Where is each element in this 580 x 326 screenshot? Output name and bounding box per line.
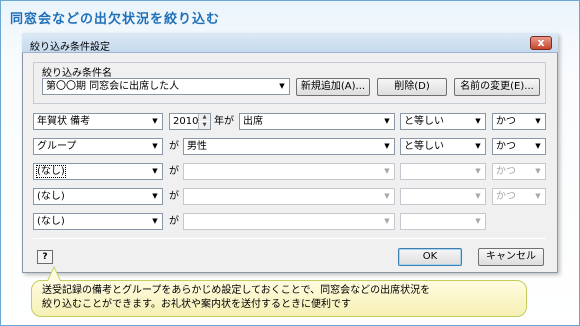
value-select-2[interactable]: 男性 ▼ — [183, 138, 395, 155]
field-select-4[interactable]: (なし) ▼ — [33, 188, 163, 205]
field-select-2-value: グループ — [37, 141, 77, 152]
dialog-separator — [33, 238, 546, 239]
chevron-down-icon: ▼ — [152, 117, 158, 125]
logic-select-2[interactable]: かつ ▼ — [492, 138, 546, 155]
operator-select-3[interactable]: ▼ — [400, 163, 486, 180]
field-select-2[interactable]: グループ ▼ — [33, 138, 163, 155]
chevron-down-icon: ▼ — [535, 117, 541, 125]
chevron-down-icon: ▼ — [384, 117, 390, 125]
logic-select-1-value: かつ — [496, 116, 516, 127]
chevron-down-icon: ▼ — [384, 192, 390, 200]
value-select-4[interactable]: ▼ — [183, 188, 395, 205]
connector-label-4: が — [169, 191, 179, 202]
value-select-2-value: 男性 — [187, 141, 207, 152]
callout-line-2: 絞り込むことができます。お礼状や案内状を送付するときに便利です — [42, 299, 351, 310]
chevron-down-icon: ▼ — [535, 142, 541, 150]
field-select-4-value: (なし) — [37, 191, 65, 202]
chevron-down-icon: ▼ — [152, 192, 158, 200]
chevron-down-icon: ▼ — [535, 192, 541, 200]
year-value: 2010 — [173, 116, 199, 127]
operator-select-1[interactable]: と等しい ▼ — [400, 113, 486, 130]
logic-select-3-value: かつ — [496, 166, 516, 177]
chevron-down-icon: ▼ — [384, 142, 390, 150]
callout-pointer-inner — [48, 268, 60, 281]
operator-select-2[interactable]: と等しい ▼ — [400, 138, 486, 155]
value-select-3[interactable]: ▼ — [183, 163, 395, 180]
dialog-title: 絞り込み条件設定 — [30, 42, 110, 53]
connector-label-2: が — [169, 141, 179, 152]
chevron-down-icon: ▼ — [384, 217, 390, 225]
value-select-1[interactable]: 出席 ▼ — [239, 113, 395, 130]
rename-button[interactable]: 名前の変更(E)... — [454, 78, 540, 96]
chevron-down-icon: ▼ — [475, 117, 481, 125]
field-select-3[interactable]: (なし) ▼ — [33, 163, 163, 180]
field-select-3-value: (なし) — [36, 165, 66, 178]
chevron-down-icon: ▼ — [475, 167, 481, 175]
close-button[interactable]: x — [530, 36, 552, 50]
delete-button[interactable]: 削除(D) — [377, 78, 447, 96]
operator-select-2-value: と等しい — [404, 141, 444, 152]
chevron-down-icon: ▼ — [535, 167, 541, 175]
value-select-5[interactable]: ▼ — [183, 213, 395, 230]
cancel-button[interactable]: キャンセル — [478, 248, 544, 266]
operator-select-5[interactable]: ▼ — [400, 213, 486, 230]
logic-select-4-value: かつ — [496, 191, 516, 202]
chevron-down-icon: ▼ — [384, 167, 390, 175]
chevron-down-icon: ▼ — [152, 167, 158, 175]
callout-text: 送受記録の備考とグループをあらかじめ設定しておくことで、同窓会などの出席状況を … — [42, 284, 522, 312]
help-icon: ? — [42, 252, 48, 262]
field-select-1-value: 年賀状 備考 — [37, 116, 91, 127]
logic-select-2-value: かつ — [496, 141, 516, 152]
connector-label-5: が — [169, 216, 179, 227]
chevron-down-icon: ▼ — [279, 82, 285, 90]
field-select-1[interactable]: 年賀状 備考 ▼ — [33, 113, 163, 130]
operator-select-1-value: と等しい — [404, 116, 444, 127]
chevron-down-icon: ▼ — [152, 217, 158, 225]
spin-up-icon[interactable]: ▲ — [198, 114, 210, 121]
field-select-5-value: (なし) — [37, 216, 65, 227]
chevron-down-icon: ▼ — [475, 217, 481, 225]
page-heading: 同窓会などの出欠状況を絞り込む — [10, 12, 221, 27]
spin-down-icon[interactable]: ▼ — [198, 122, 210, 129]
help-button[interactable]: ? — [37, 250, 53, 264]
logic-select-1[interactable]: かつ ▼ — [492, 113, 546, 130]
callout-line-1: 送受記録の備考とグループをあらかじめ設定しておくことで、同窓会などの出席状況を — [42, 285, 431, 296]
chevron-down-icon: ▼ — [475, 142, 481, 150]
ok-button[interactable]: OK — [398, 248, 462, 266]
condition-name-label: 絞り込み条件名 — [42, 68, 112, 79]
add-new-button[interactable]: 新規追加(A)... — [296, 78, 370, 96]
operator-select-4[interactable]: ▼ — [400, 188, 486, 205]
logic-select-4[interactable]: かつ ▼ — [492, 188, 546, 205]
chevron-down-icon: ▼ — [475, 192, 481, 200]
field-select-5[interactable]: (なし) ▼ — [33, 213, 163, 230]
chevron-down-icon: ▼ — [152, 142, 158, 150]
value-select-1-value: 出席 — [243, 116, 263, 127]
condition-name-value: 第〇〇期 同窓会に出席した人 — [46, 81, 180, 92]
logic-select-3[interactable]: かつ ▼ — [492, 163, 546, 180]
close-icon: x — [537, 36, 545, 49]
connector-label-1: 年が — [214, 116, 234, 127]
connector-label-3: が — [169, 166, 179, 177]
year-stepper[interactable]: 2010 ▲ ▼ — [169, 113, 211, 130]
condition-name-select[interactable]: 第〇〇期 同窓会に出席した人 ▼ — [42, 78, 290, 95]
